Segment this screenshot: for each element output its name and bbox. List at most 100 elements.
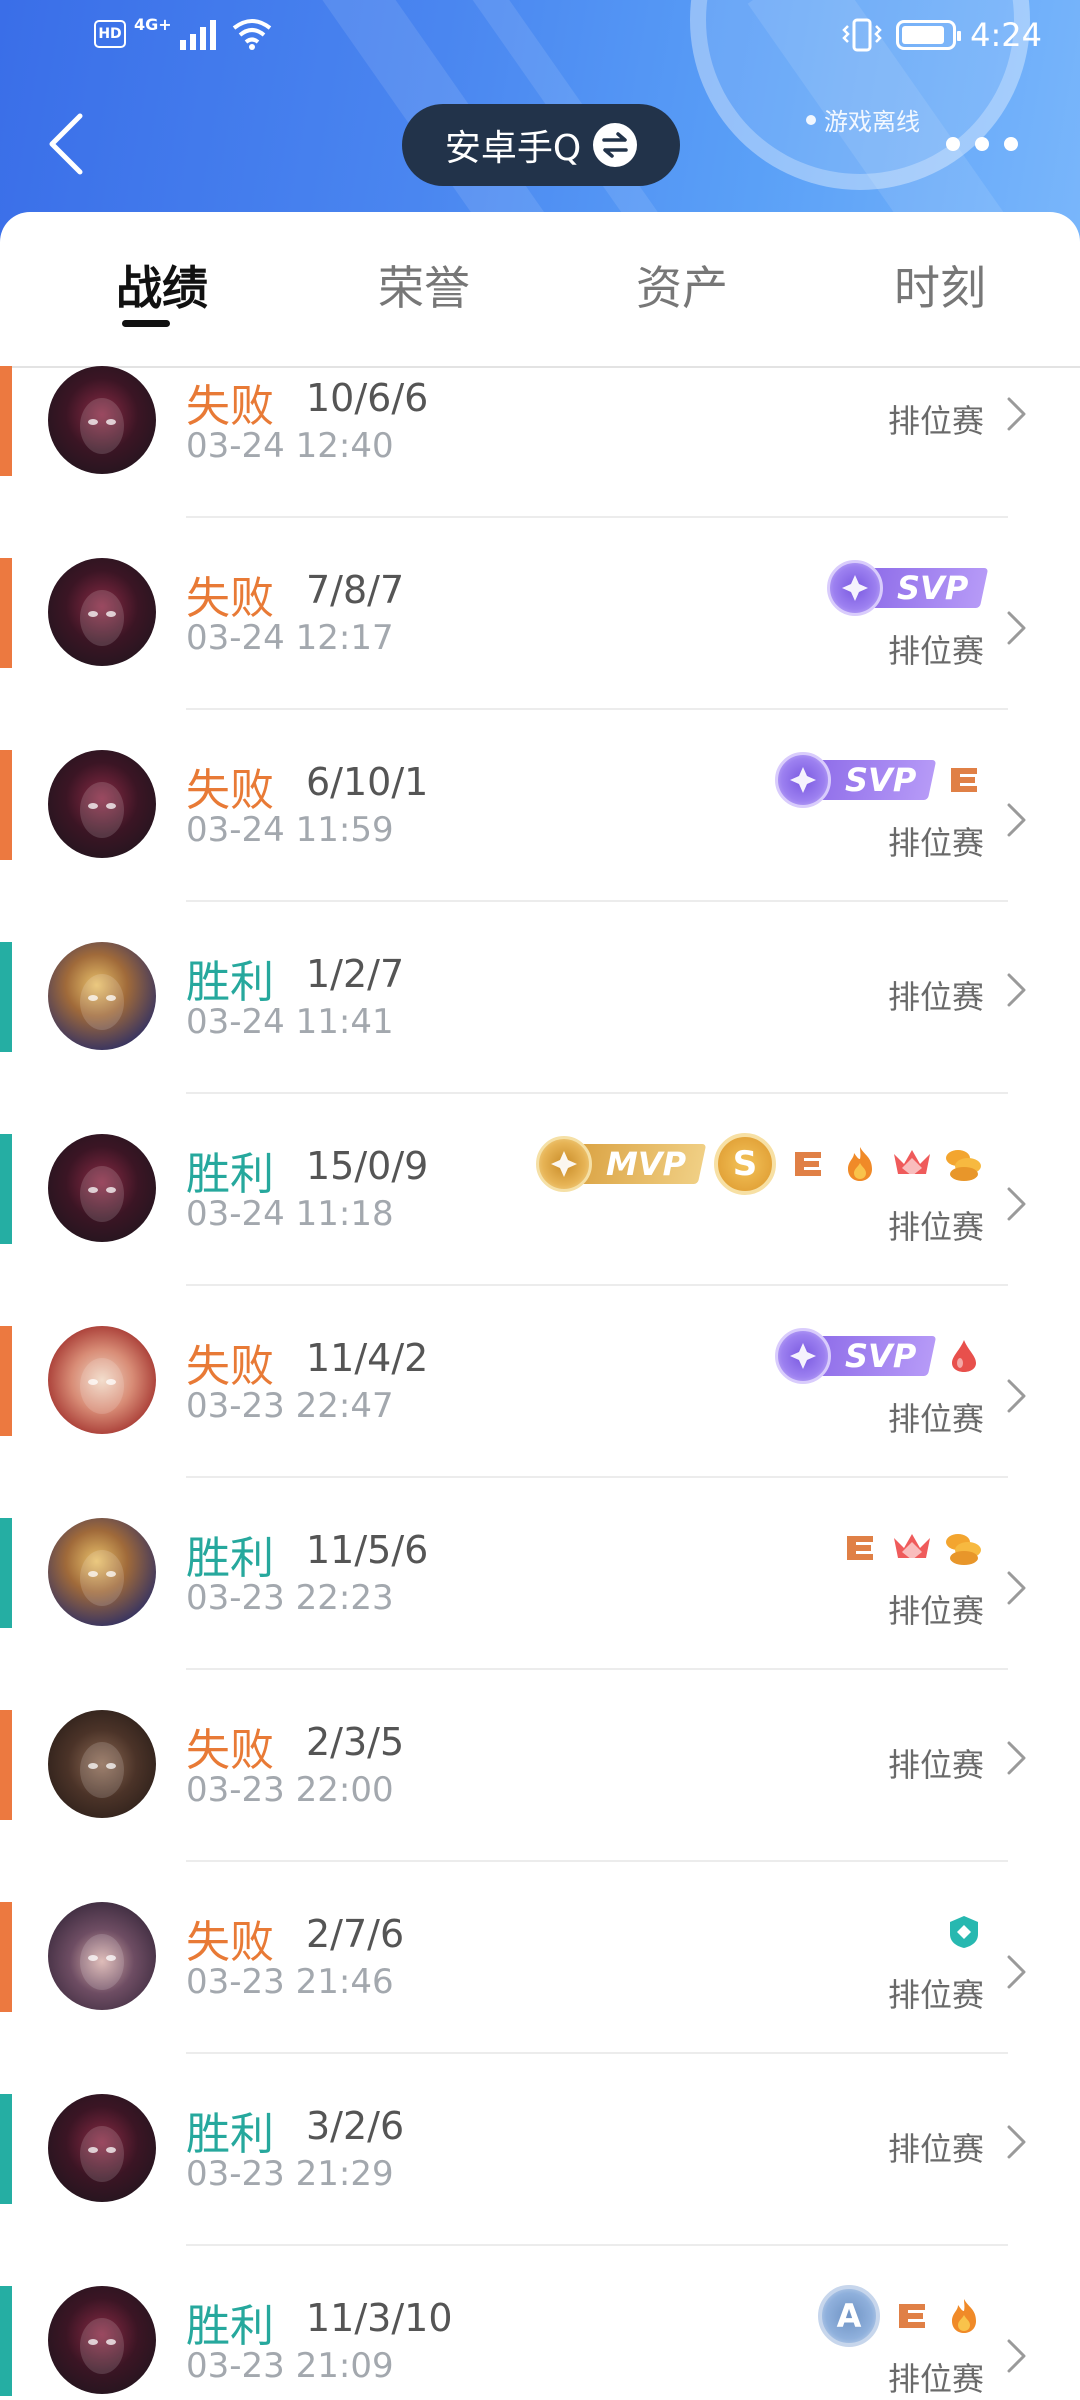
s-coin-icon: S [714, 1133, 776, 1195]
match-kda: 2/7/6 [306, 1912, 405, 1956]
hero-avatar [48, 1326, 156, 1434]
status-bar: HD 4G+ 4:24 [0, 0, 1080, 80]
signal-icon [179, 20, 216, 50]
achievement-badges: A [818, 2285, 984, 2347]
match-row[interactable]: 失败 2/3/5 03-23 22:00 排位赛 [0, 1670, 1080, 1862]
crown-icon [892, 1528, 932, 1568]
achievement-badges [944, 1902, 984, 1962]
result-indicator [0, 2094, 12, 2204]
blood-icon [944, 1336, 984, 1376]
triple-kill-icon [840, 1528, 880, 1568]
match-time: 03-23 21:46 [186, 1962, 394, 2002]
match-mode: 排位赛 [887, 824, 984, 862]
match-mode: 排位赛 [887, 402, 984, 440]
back-button[interactable] [42, 110, 90, 178]
svp-badge: SVP [774, 1328, 937, 1384]
network-type: 4G+ [134, 14, 172, 34]
chevron-right-icon [1007, 2339, 1026, 2373]
match-kda: 3/2/6 [306, 2104, 405, 2148]
match-row[interactable]: 失败 6/10/1 03-24 11:59 排位赛 SVP [0, 710, 1080, 902]
match-time: 03-23 22:00 [186, 1770, 394, 1810]
match-result: 失败 [186, 765, 274, 816]
hero-avatar [48, 1710, 156, 1818]
hero-avatar [48, 942, 156, 1050]
result-indicator [0, 1518, 12, 1628]
hero-avatar [48, 1134, 156, 1242]
match-result: 失败 [186, 1725, 274, 1776]
match-time: 03-23 21:29 [186, 2154, 394, 2194]
match-row[interactable]: 失败 7/8/7 03-24 12:17 排位赛 SVP [0, 518, 1080, 710]
match-result: 胜利 [186, 1533, 274, 1584]
chevron-right-icon [1007, 973, 1026, 1007]
match-result: 失败 [186, 381, 274, 432]
match-mode: 排位赛 [887, 1746, 984, 1784]
fire-icon [944, 2296, 984, 2336]
match-mode: 排位赛 [887, 1208, 984, 1246]
match-kda: 10/6/6 [306, 376, 429, 420]
hd-icon: HD [94, 20, 126, 48]
match-time: 03-23 22:47 [186, 1386, 394, 1426]
swap-icon [593, 123, 638, 167]
match-kda: 11/4/2 [306, 1336, 429, 1380]
mvp-label: MVP [605, 1145, 686, 1183]
match-row[interactable]: 胜利 3/2/6 03-23 21:29 排位赛 [0, 2054, 1080, 2246]
chevron-right-icon [1007, 803, 1026, 837]
status-dot [806, 114, 816, 125]
match-mode: 排位赛 [887, 1976, 984, 2014]
account-switch-button[interactable]: 安卓手Q [402, 104, 680, 186]
back-icon [49, 113, 83, 175]
match-mode: 排位赛 [887, 1400, 984, 1438]
match-row[interactable]: 失败 10/6/6 03-24 12:40 排位赛 [0, 326, 1080, 518]
match-row[interactable]: 胜利 15/0/9 03-24 11:18 排位赛 MVP S [0, 1094, 1080, 1286]
result-indicator [0, 558, 12, 668]
tab-moments[interactable]: 时刻 [894, 252, 986, 318]
achievement-badges: SVP [826, 558, 989, 618]
more-icon [946, 137, 960, 151]
svp-medal-icon [774, 752, 831, 808]
result-indicator [0, 366, 12, 476]
triple-kill-icon [944, 760, 984, 800]
crown-icon [892, 1144, 932, 1184]
chevron-right-icon [1007, 1955, 1026, 1989]
match-time: 03-24 12:40 [186, 426, 394, 466]
match-time: 03-23 22:23 [186, 1578, 394, 1618]
tab-assets[interactable]: 资产 [636, 252, 728, 318]
result-indicator [0, 1326, 12, 1436]
svp-badge: SVP [774, 752, 937, 808]
tab-record[interactable]: 战绩 [116, 252, 208, 318]
result-indicator [0, 1710, 12, 1820]
mvp-medal-icon [535, 1136, 592, 1192]
match-row[interactable]: 失败 11/4/2 03-23 22:47 排位赛 SVP [0, 1286, 1080, 1478]
hero-avatar [48, 2094, 156, 2202]
result-indicator [0, 1902, 12, 2012]
match-row[interactable]: 胜利 1/2/7 03-24 11:41 排位赛 [0, 902, 1080, 1094]
wifi-icon [232, 19, 271, 50]
more-button[interactable] [946, 124, 1018, 164]
achievement-badges: SVP [774, 750, 984, 810]
match-mode: 排位赛 [887, 1592, 984, 1630]
hero-avatar [48, 750, 156, 858]
a-rank-icon: A [818, 2285, 880, 2347]
shield-icon [944, 1912, 984, 1952]
tab-honor[interactable]: 荣誉 [378, 252, 470, 318]
svp-label: SVP [896, 569, 968, 607]
more-icon [1004, 137, 1018, 151]
chevron-right-icon [1007, 2125, 1026, 2159]
fire-icon [840, 1144, 880, 1184]
hero-avatar [48, 558, 156, 666]
match-result: 失败 [186, 1917, 274, 1968]
match-time: 03-24 12:17 [186, 618, 394, 658]
chevron-right-icon [1007, 1187, 1026, 1221]
match-result: 失败 [186, 1341, 274, 1392]
match-mode: 排位赛 [887, 2130, 984, 2168]
match-row[interactable]: 胜利 11/5/6 03-23 22:23 排位赛 [0, 1478, 1080, 1670]
match-kda: 11/3/10 [306, 2296, 453, 2340]
match-row[interactable]: 胜利 11/3/10 03-23 21:09 排位赛 A [0, 2246, 1080, 2400]
achievement-badges: MVP S [535, 1133, 984, 1195]
chevron-right-icon [1007, 1741, 1026, 1775]
match-row[interactable]: 失败 2/7/6 03-23 21:46 排位赛 [0, 1862, 1080, 2054]
clock: 4:24 [970, 16, 1042, 54]
game-status: 游戏离线 [806, 102, 920, 137]
match-kda: 7/8/7 [306, 568, 405, 612]
achievement-badges: SVP [774, 1326, 984, 1386]
